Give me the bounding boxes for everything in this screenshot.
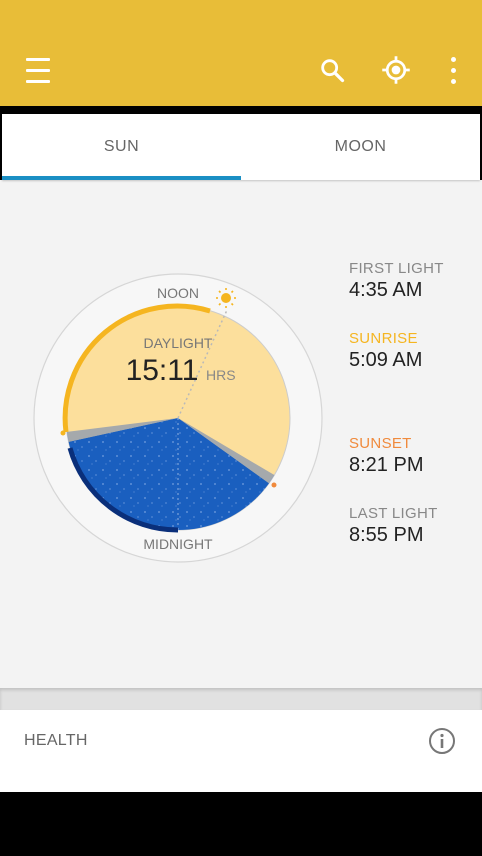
first-light-value: 4:35 AM: [349, 279, 423, 301]
sunset-block: SUNSET 8:21 PM: [349, 435, 423, 477]
sunset-marker: [271, 482, 277, 488]
sunset-label: SUNSET: [349, 435, 412, 452]
info-icon[interactable]: [428, 727, 456, 755]
app-bar: [0, 0, 482, 106]
hamburger-icon[interactable]: [18, 52, 58, 88]
sunrise-value: 5:09 AM: [349, 349, 423, 371]
health-label: HEALTH: [24, 732, 88, 749]
first-light-label: FIRST LIGHT: [349, 260, 444, 277]
noon-label: NOON: [157, 285, 199, 301]
more-vert-icon[interactable]: [433, 52, 473, 88]
tab-indicator: [2, 176, 241, 180]
daylight-label: DAYLIGHT: [144, 335, 213, 351]
sunset-value: 8:21 PM: [349, 454, 424, 476]
tab-sun[interactable]: SUN: [2, 114, 241, 180]
tab-moon[interactable]: MOON: [241, 114, 480, 180]
sun-panel: NOON MIDNIGHT DAYLIGHT 15:11 HRS FIRST L…: [0, 180, 482, 688]
system-nav-bar: [0, 792, 482, 856]
last-light-block: LAST LIGHT 8:55 PM: [349, 505, 438, 547]
sunrise-block: SUNRISE 5:09 AM: [349, 330, 422, 372]
daylight-value: 15:11: [126, 354, 199, 387]
midnight-label: MIDNIGHT: [143, 536, 213, 552]
sunrise-label: SUNRISE: [349, 330, 418, 347]
first-light-block: FIRST LIGHT 4:35 AM: [349, 260, 444, 302]
last-light-label: LAST LIGHT: [349, 505, 438, 522]
tab-bar: SUN MOON: [2, 114, 480, 180]
daylight-unit: HRS: [206, 367, 236, 383]
health-card[interactable]: HEALTH: [0, 710, 482, 775]
last-light-value: 8:55 PM: [349, 524, 424, 546]
my-location-icon[interactable]: [376, 52, 416, 88]
next-card-edge: [0, 774, 482, 792]
sunrise-marker: [60, 430, 66, 436]
section-divider: [0, 688, 482, 710]
daylight-dial: NOON MIDNIGHT DAYLIGHT 15:11 HRS: [30, 270, 326, 566]
search-icon[interactable]: [312, 52, 352, 88]
